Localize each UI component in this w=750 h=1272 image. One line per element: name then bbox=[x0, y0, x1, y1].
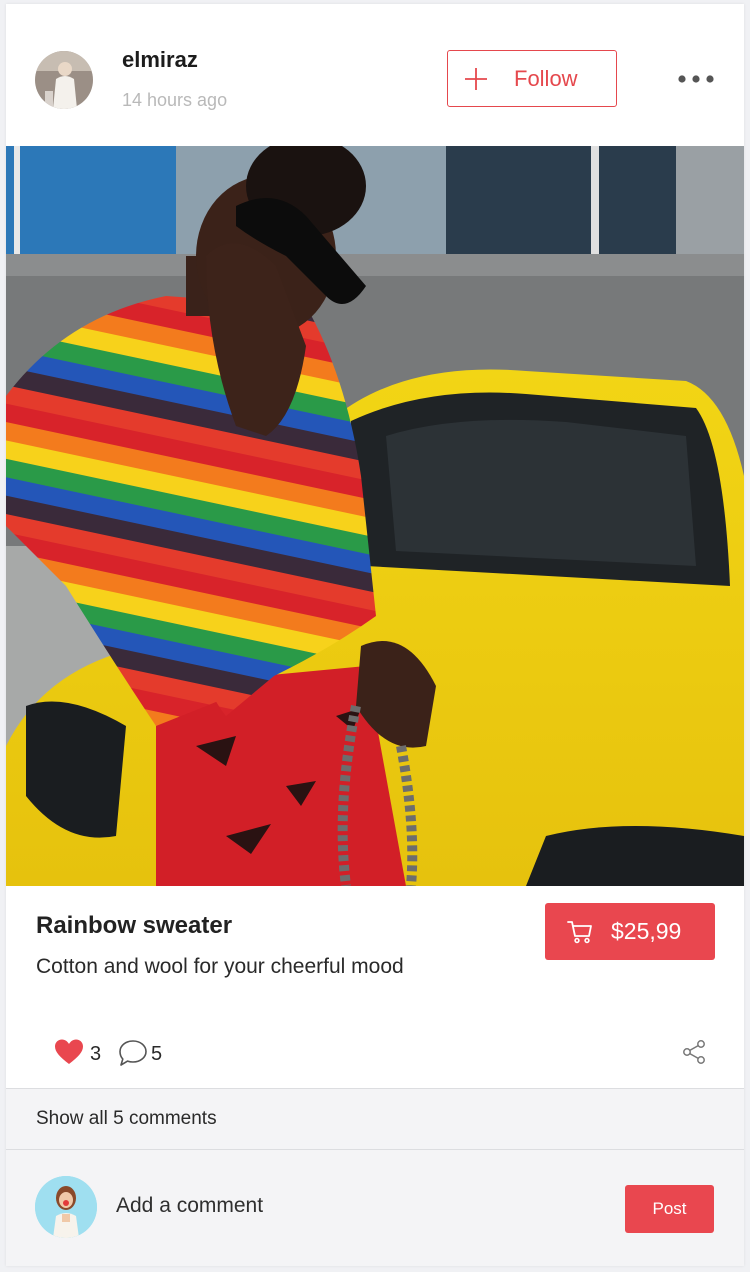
more-options-button[interactable] bbox=[673, 67, 719, 91]
like-count: 3 bbox=[90, 1043, 102, 1065]
comment-composer: Post bbox=[6, 1150, 744, 1266]
post-photo[interactable] bbox=[6, 146, 744, 886]
plus-icon bbox=[465, 68, 487, 90]
product-price: $25,99 bbox=[611, 918, 682, 944]
follow-button[interactable]: Follow bbox=[447, 50, 617, 107]
comment-input[interactable] bbox=[116, 1186, 596, 1226]
comment-bubble-icon bbox=[119, 1040, 147, 1066]
show-all-comments-link[interactable]: Show all 5 comments bbox=[36, 1108, 217, 1130]
more-horizontal-icon bbox=[678, 75, 714, 83]
current-user-avatar bbox=[35, 1176, 97, 1238]
share-button[interactable] bbox=[681, 1039, 707, 1070]
comment-button[interactable] bbox=[118, 1039, 148, 1072]
post-timestamp: 14 hours ago bbox=[122, 90, 228, 110]
show-all-comments-row: Show all 5 comments bbox=[6, 1089, 744, 1149]
like-button[interactable] bbox=[54, 1038, 84, 1066]
author-avatar[interactable] bbox=[35, 51, 93, 109]
product-description: Cotton and wool for your cheerful mood bbox=[36, 955, 404, 978]
post-comment-button[interactable]: Post bbox=[625, 1185, 714, 1233]
follow-label: Follow bbox=[514, 66, 578, 91]
comment-count: 5 bbox=[151, 1043, 163, 1065]
product-title: Rainbow sweater bbox=[36, 912, 233, 939]
buy-price-button[interactable]: $25,99 bbox=[545, 903, 715, 960]
post-header: elmiraz 14 hours ago Follow bbox=[6, 4, 744, 146]
cart-icon bbox=[567, 921, 592, 944]
share-icon bbox=[683, 1040, 705, 1064]
heart-icon bbox=[55, 1039, 83, 1064]
author-username[interactable]: elmiraz bbox=[122, 47, 198, 73]
post-card: elmiraz 14 hours ago Follow Rainbow swea… bbox=[6, 4, 744, 1266]
